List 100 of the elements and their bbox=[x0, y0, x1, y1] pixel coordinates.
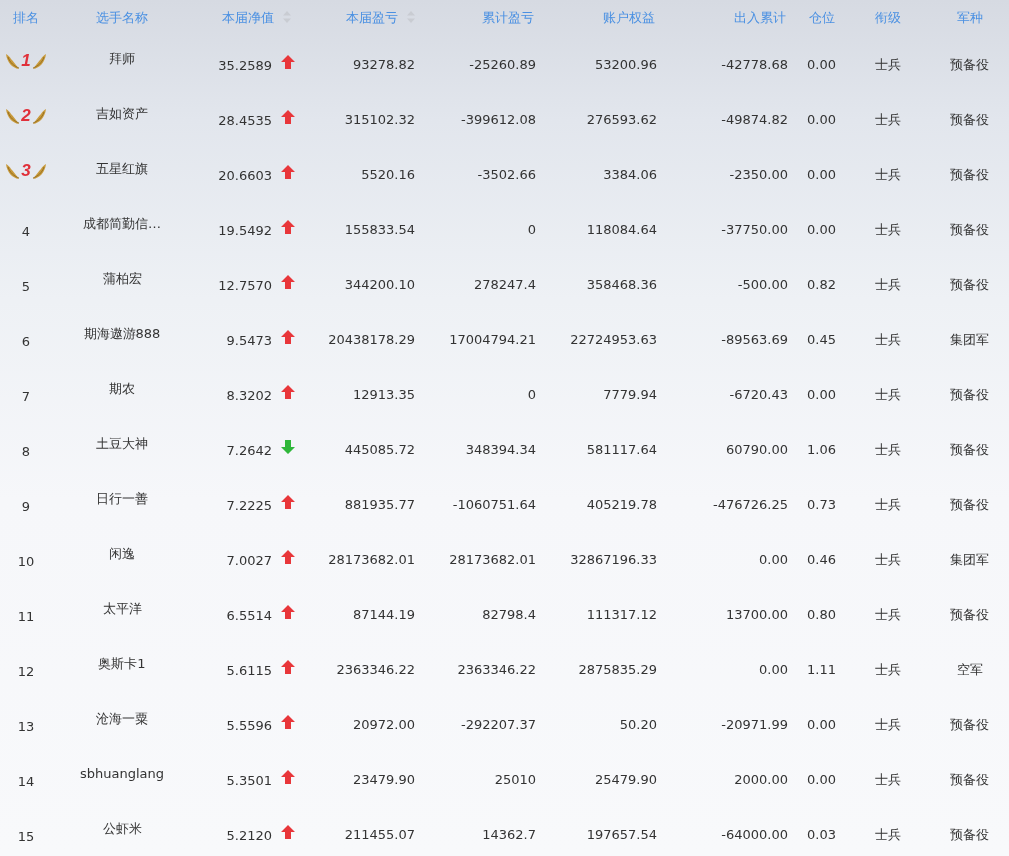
column-header: 排名 bbox=[13, 9, 39, 25]
player-name: 吉如资产 bbox=[96, 105, 148, 121]
table-cell: 士兵 bbox=[874, 551, 901, 567]
player-name: 拜师 bbox=[109, 50, 135, 66]
table-cell: -476726.25 bbox=[713, 497, 788, 512]
table-cell: 0.00 bbox=[759, 552, 788, 567]
net-value: 12.7570 bbox=[218, 277, 272, 293]
table-cell: 2875835.29 bbox=[578, 662, 657, 677]
table-cell: 0.03 bbox=[807, 827, 836, 842]
table-cell: 13700.00 bbox=[725, 607, 788, 622]
table-cell: 28173682.01 bbox=[449, 552, 536, 567]
table-cell: -292207.37 bbox=[461, 717, 536, 732]
rank-number: 8 bbox=[21, 444, 31, 459]
table-cell: 预备役 bbox=[950, 111, 989, 127]
column-header[interactable]: 本届净值 bbox=[222, 9, 305, 25]
rank-number: 13 bbox=[17, 719, 35, 734]
wing-icon bbox=[4, 51, 21, 71]
table-cell: 士兵 bbox=[874, 826, 901, 842]
player-name: 期海遨游888 bbox=[83, 325, 161, 341]
table-cell: 2363346.22 bbox=[336, 662, 415, 677]
table-cell: 22724953.63 bbox=[570, 332, 657, 347]
wing-icon bbox=[31, 106, 48, 126]
net-value: 6.5514 bbox=[226, 607, 272, 623]
net-value: 5.6115 bbox=[226, 662, 272, 678]
player-name: 闲逸 bbox=[109, 545, 135, 561]
table-cell: 2000.00 bbox=[734, 772, 788, 787]
table-cell: 士兵 bbox=[874, 221, 901, 237]
table-cell: -37750.00 bbox=[721, 222, 788, 237]
table-cell: 集团军 bbox=[950, 551, 989, 567]
table-cell: 预备役 bbox=[950, 716, 989, 732]
player-name: 沧海一粟 bbox=[96, 710, 148, 726]
table-cell: 276593.62 bbox=[586, 112, 657, 127]
table-cell: 0.73 bbox=[807, 497, 836, 512]
table-cell: 581117.64 bbox=[586, 442, 657, 457]
rank-number: 9 bbox=[21, 499, 31, 514]
table-cell: 211455.07 bbox=[344, 827, 415, 842]
wing-icon bbox=[4, 106, 21, 126]
table-cell: 445085.72 bbox=[344, 442, 415, 457]
table-cell: 0.80 bbox=[807, 607, 836, 622]
table-cell: 0.00 bbox=[807, 112, 836, 127]
table-cell: 93278.82 bbox=[352, 57, 415, 72]
rank-number: 15 bbox=[17, 829, 35, 844]
table-cell: 0.00 bbox=[807, 222, 836, 237]
player-name: sbhuanglang bbox=[80, 766, 164, 781]
rank-number: 6 bbox=[21, 334, 31, 349]
table-cell: 0 bbox=[527, 222, 536, 237]
column-header: 衔级 bbox=[874, 9, 901, 25]
table-cell: 28173682.01 bbox=[328, 552, 415, 567]
player-name: 奥斯卡1 bbox=[98, 655, 146, 671]
wing-icon bbox=[31, 51, 48, 71]
table-cell: 预备役 bbox=[950, 826, 989, 842]
table-cell: 2363346.22 bbox=[457, 662, 536, 677]
table-cell: -49874.82 bbox=[721, 112, 788, 127]
table-cell: -1060751.64 bbox=[452, 497, 536, 512]
table-cell: -2350.00 bbox=[729, 167, 788, 182]
table-cell: 87144.19 bbox=[352, 607, 415, 622]
table-cell: 士兵 bbox=[874, 661, 901, 677]
net-value: 19.5492 bbox=[218, 222, 272, 238]
table-cell: 预备役 bbox=[950, 56, 989, 72]
table-cell: 0.00 bbox=[759, 662, 788, 677]
table-cell: 344200.10 bbox=[344, 277, 415, 292]
table-cell: 预备役 bbox=[950, 386, 989, 402]
table-cell: 50.20 bbox=[619, 717, 657, 732]
table-cell: 0.00 bbox=[807, 167, 836, 182]
table-cell: 5520.16 bbox=[361, 167, 415, 182]
player-name: 期农 bbox=[109, 380, 135, 396]
net-value: 20.6603 bbox=[218, 167, 272, 183]
table-cell: 预备役 bbox=[950, 276, 989, 292]
player-name: 蒲柏宏 bbox=[102, 270, 142, 286]
net-value: 35.2589 bbox=[218, 57, 272, 73]
table-cell: -3502.66 bbox=[477, 167, 536, 182]
table-cell: 1.11 bbox=[807, 662, 836, 677]
rank-number: 4 bbox=[21, 224, 31, 239]
table-cell: 25010 bbox=[494, 772, 536, 787]
table-cell: 23479.90 bbox=[352, 772, 415, 787]
column-header[interactable]: 本届盈亏 bbox=[346, 9, 425, 25]
table-cell: 士兵 bbox=[874, 441, 901, 457]
table-cell: -64000.00 bbox=[721, 827, 788, 842]
table-cell: 7779.94 bbox=[603, 387, 657, 402]
table-cell: 空军 bbox=[956, 661, 983, 677]
table-cell: 0.00 bbox=[807, 772, 836, 787]
player-name: 土豆大神 bbox=[96, 435, 148, 451]
table-cell: -25260.89 bbox=[469, 57, 536, 72]
column-header: 累计盈亏 bbox=[482, 9, 534, 25]
rank-number: 12 bbox=[17, 664, 35, 679]
player-name: 公虾米 bbox=[102, 820, 142, 836]
table-cell: 集团军 bbox=[950, 331, 989, 347]
table-cell: 25479.90 bbox=[594, 772, 657, 787]
table-cell: 405219.78 bbox=[586, 497, 657, 512]
table-cell: 0.00 bbox=[807, 717, 836, 732]
table-cell: 0 bbox=[527, 387, 536, 402]
table-cell: 预备役 bbox=[950, 496, 989, 512]
column-header: 出入累计 bbox=[734, 9, 786, 25]
table-cell: -399612.08 bbox=[461, 112, 536, 127]
table-cell: 348394.34 bbox=[465, 442, 536, 457]
column-header: 军种 bbox=[956, 9, 983, 25]
rank-number: 3 bbox=[21, 161, 31, 182]
net-value: 5.2120 bbox=[226, 827, 272, 843]
column-header: 仓位 bbox=[808, 9, 835, 25]
rank-number: 1 bbox=[21, 51, 31, 72]
